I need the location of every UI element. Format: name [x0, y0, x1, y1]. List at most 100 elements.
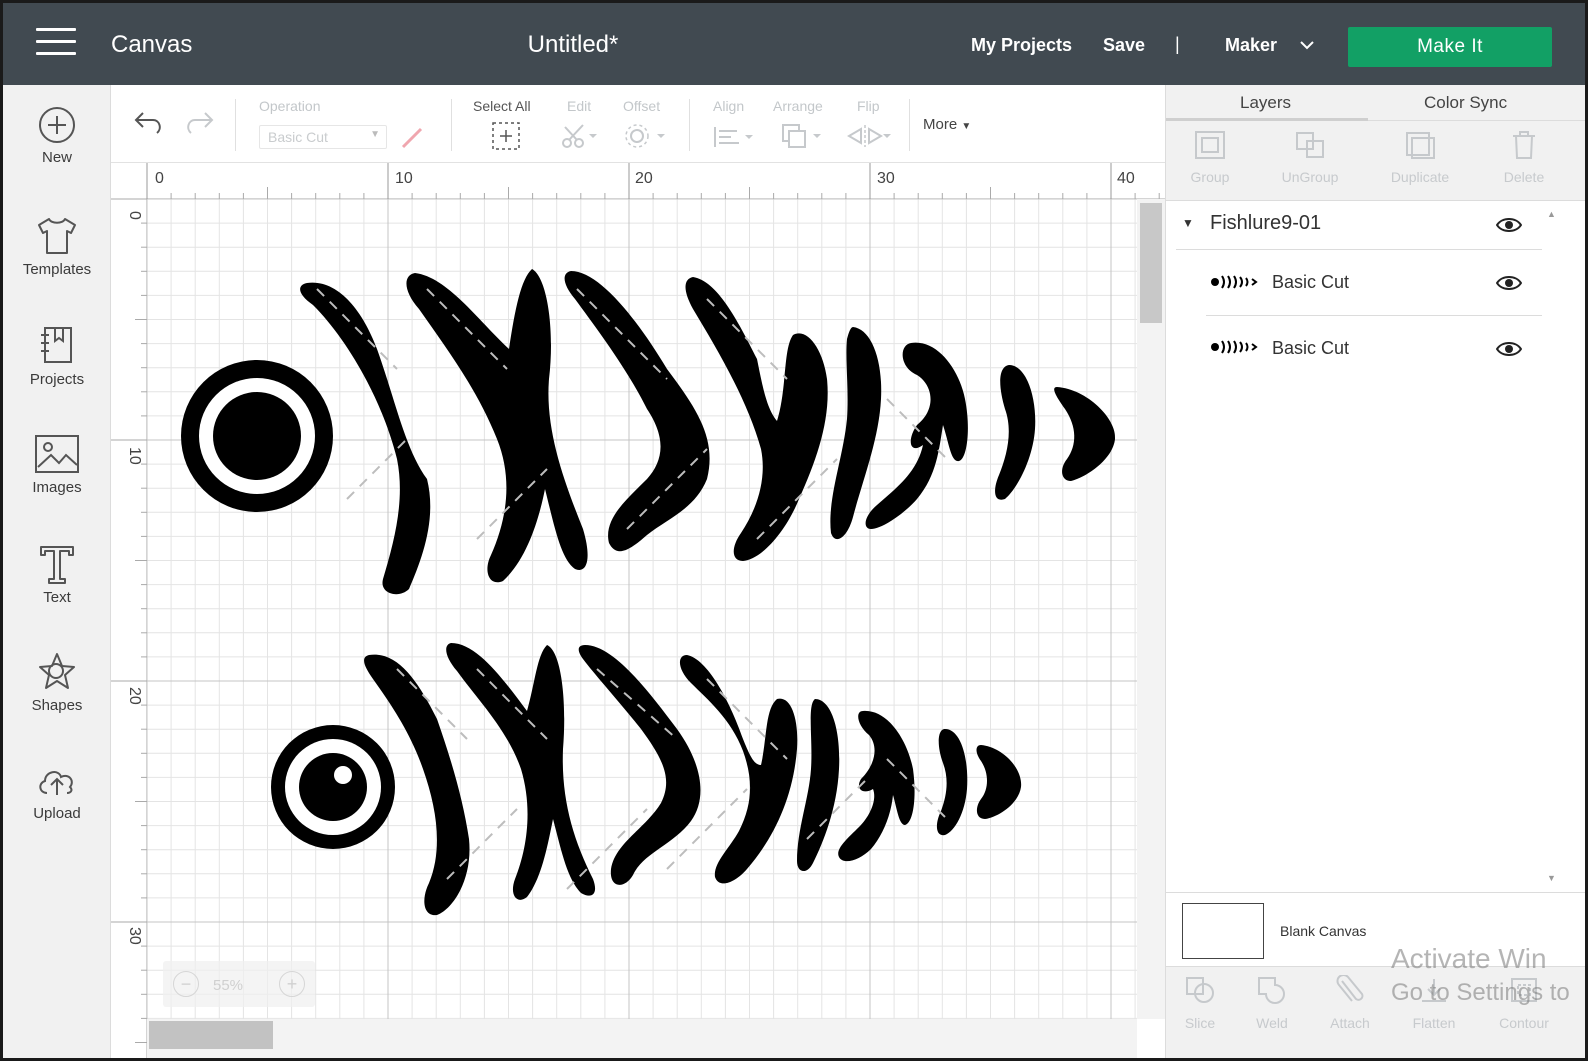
delete-button[interactable]: Delete [1474, 121, 1574, 201]
canvas-grid [147, 199, 1137, 1019]
sidebar-label-upload: Upload [33, 805, 81, 822]
app-title: Canvas [111, 31, 193, 58]
weld-button[interactable]: Weld [1232, 967, 1312, 1058]
toolbar-divider [689, 99, 690, 151]
design-canvas[interactable] [147, 199, 1137, 1019]
redo-icon[interactable] [183, 109, 215, 137]
edit-toolbar: Operation Basic Cut ▼ Select All Edit Off… [111, 85, 1165, 163]
fish-lure-top[interactable] [181, 269, 1116, 595]
ruler-label: 20 [635, 170, 653, 187]
tab-color-sync[interactable]: Color Sync [1424, 93, 1507, 113]
top-bar: Canvas Untitled* My Projects Save | Make… [3, 3, 1585, 85]
hamburger-menu-icon[interactable] [36, 28, 76, 62]
ruler-label: 0 [126, 211, 143, 220]
sidebar-label-shapes: Shapes [31, 697, 83, 714]
chevron-down-icon[interactable] [1299, 37, 1315, 53]
layer-name: Basic Cut [1272, 272, 1350, 292]
fish-rib [936, 729, 968, 836]
zoom-out-button[interactable]: − [173, 971, 199, 997]
header-separator: | [1175, 34, 1180, 54]
document-title[interactable]: Untitled* [433, 31, 713, 59]
make-it-button[interactable]: Make It [1348, 27, 1552, 67]
pen-color-icon[interactable] [399, 123, 427, 151]
ungroup-label: UnGroup [1281, 169, 1339, 185]
more-menu-button[interactable]: More ▼ [923, 116, 971, 133]
select-all-icon[interactable] [491, 121, 521, 151]
eye-icon[interactable] [1496, 340, 1522, 358]
sidebar-item-shapes[interactable]: Shapes [3, 651, 111, 751]
sidebar-item-new[interactable]: New [3, 105, 111, 205]
blank-canvas-swatch[interactable] [1182, 903, 1264, 959]
layer-actions-bar: Group UnGroup Duplicate Delete [1166, 121, 1585, 201]
caret-down-icon: ▼ [370, 129, 380, 140]
sidebar-label-projects: Projects [29, 371, 85, 388]
toolbar-divider [451, 99, 452, 151]
fish-lure-bottom[interactable] [271, 643, 1022, 916]
fish-eye-pupil [213, 392, 301, 480]
edit-scissors-icon[interactable] [559, 121, 599, 151]
undo-icon[interactable] [133, 109, 165, 137]
duplicate-button[interactable]: Duplicate [1370, 121, 1470, 201]
zoom-control: − 55% + [163, 961, 315, 1007]
machine-select[interactable]: Maker [1225, 35, 1277, 56]
attach-button[interactable]: Attach [1310, 967, 1390, 1058]
ruler-label: 20 [126, 687, 143, 705]
arrange-label: Arrange [773, 98, 823, 114]
tab-layers[interactable]: Layers [1240, 93, 1291, 113]
tshirt-icon [38, 218, 76, 254]
ruler-label: 30 [126, 927, 143, 945]
slice-button[interactable]: Slice [1160, 967, 1240, 1058]
offset-icon[interactable] [623, 121, 667, 151]
ruler-vertical-ticks: 0 10 20 30 [111, 198, 147, 1043]
sidebar-item-text[interactable]: Text [3, 543, 111, 643]
contour-label: Contour [1499, 1015, 1549, 1031]
layer-row[interactable]: Basic Cut [1206, 316, 1542, 382]
trash-icon [1513, 131, 1535, 159]
plus-circle-icon [39, 107, 75, 143]
align-icon[interactable] [711, 123, 755, 151]
zoom-level: 55% [213, 977, 244, 994]
fish-rib [995, 365, 1036, 500]
vertical-scroll-thumb[interactable] [1140, 203, 1162, 323]
image-icon [35, 435, 79, 473]
ruler-label: 10 [126, 447, 143, 465]
windows-activation-watermark: Activate Win [1391, 943, 1547, 974]
group-button[interactable]: Group [1160, 121, 1260, 201]
layer-row[interactable]: Basic Cut [1206, 250, 1542, 316]
horizontal-scroll-thumb[interactable] [149, 1021, 273, 1049]
panel-tabs: Layers Color Sync [1166, 85, 1585, 121]
fish-eye-highlight [334, 766, 352, 784]
operation-select[interactable]: Basic Cut ▼ [259, 125, 387, 149]
slice-icon [1186, 977, 1214, 1003]
sidebar-item-upload[interactable]: Upload [3, 761, 111, 861]
ungroup-button[interactable]: UnGroup [1260, 121, 1360, 201]
more-label: More [923, 116, 958, 133]
slice-label: Slice [1184, 1015, 1216, 1031]
save-button[interactable]: Save [1103, 35, 1145, 56]
eye-icon[interactable] [1496, 216, 1522, 234]
sidebar-item-templates[interactable]: Templates [3, 215, 111, 315]
fish-eye-pupil [299, 753, 367, 821]
layer-group-row[interactable]: ▼ Fishlure9-01 [1176, 202, 1542, 250]
panel-scroll-down-icon[interactable]: ▼ [1547, 873, 1556, 883]
fish-tail [1054, 387, 1116, 481]
flatten-label: Flatten [1412, 1015, 1456, 1031]
triangle-down-icon[interactable]: ▼ [1182, 216, 1194, 230]
my-projects-link[interactable]: My Projects [971, 35, 1072, 56]
sidebar-item-projects[interactable]: Projects [3, 323, 111, 423]
toolbar-divider [235, 99, 236, 151]
selection-dash-line [346, 438, 408, 500]
horizontal-scrollbar[interactable] [147, 1019, 1137, 1058]
flip-icon[interactable] [845, 121, 893, 151]
windows-activation-watermark-sub: Go to Settings to [1391, 979, 1570, 1006]
shapes-icon [39, 653, 75, 689]
eye-icon[interactable] [1496, 274, 1522, 292]
zoom-in-button[interactable]: + [279, 971, 305, 997]
paperclip-icon [1336, 975, 1364, 1002]
fish-thumbnail-icon [1211, 340, 1258, 354]
sidebar-item-images[interactable]: Images [3, 433, 111, 533]
panel-scroll-up-icon[interactable]: ▲ [1547, 209, 1556, 219]
arrange-icon[interactable] [779, 121, 825, 151]
edit-label: Edit [567, 98, 592, 114]
layers-panel: Layers Color Sync Group UnGroup Duplicat… [1165, 85, 1585, 1058]
